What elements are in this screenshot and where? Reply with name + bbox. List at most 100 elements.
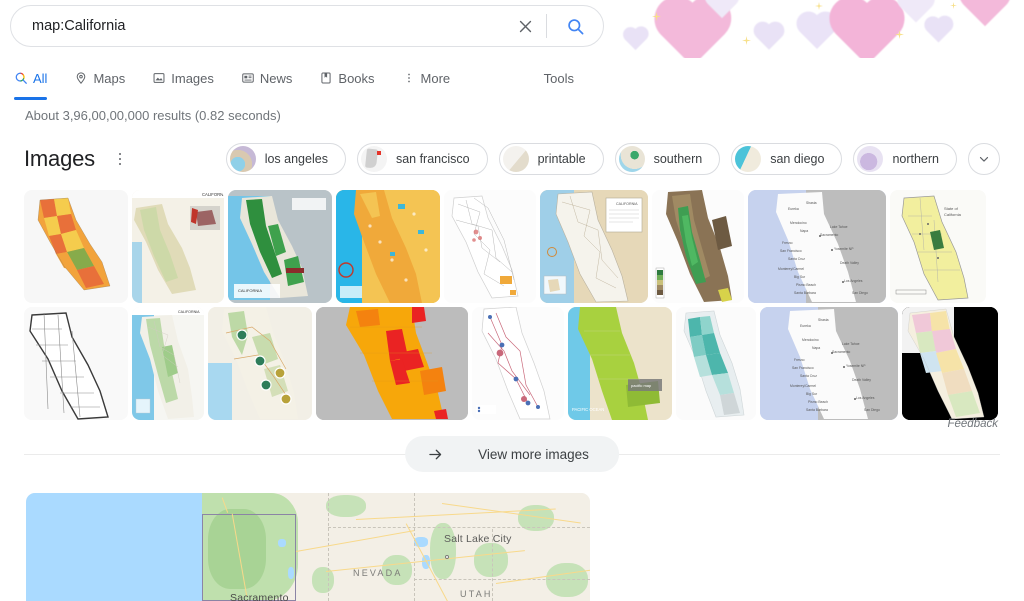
map-label-utah: UTAH bbox=[460, 589, 493, 599]
chip-label: los angeles bbox=[265, 152, 328, 166]
image-result[interactable]: Eureka Shasta Mendocino Napa Fresno San … bbox=[760, 307, 898, 420]
california-pastel-counties-on-black bbox=[902, 307, 998, 420]
chip-label: printable bbox=[538, 152, 586, 166]
search-bar[interactable] bbox=[10, 5, 604, 47]
image-grid-row: CALIFORNIA bbox=[24, 307, 1000, 420]
chip-san-diego[interactable]: san diego bbox=[731, 143, 842, 175]
chips-expand-button[interactable] bbox=[968, 143, 1000, 175]
map-state-border bbox=[414, 579, 590, 580]
svg-text:Fresno: Fresno bbox=[794, 358, 805, 362]
chip-northern[interactable]: northern bbox=[853, 143, 957, 175]
svg-text:PACIFIC OCEAN: PACIFIC OCEAN bbox=[572, 407, 604, 412]
search-icon bbox=[14, 71, 28, 85]
svg-text:Shasta: Shasta bbox=[818, 318, 829, 322]
image-result[interactable]: CALIFORNIA bbox=[540, 190, 648, 303]
heart-icon bbox=[964, 0, 1006, 26]
chip-label: northern bbox=[892, 152, 939, 166]
chip-southern[interactable]: southern bbox=[615, 143, 721, 175]
heart-icon bbox=[836, 3, 898, 58]
chip-los-angeles[interactable]: los angeles bbox=[226, 143, 346, 175]
clear-search-button[interactable] bbox=[510, 11, 540, 41]
svg-text:Monterey/Carmel: Monterey/Carmel bbox=[778, 267, 804, 271]
heart-icon bbox=[900, 0, 931, 23]
image-result[interactable]: pacific map PACIFIC OCEAN bbox=[568, 307, 672, 420]
map-highlight-bounds bbox=[202, 514, 296, 601]
california-satellite-terrain-map bbox=[652, 190, 744, 303]
search-nav-tabs: All Maps Images News bbox=[14, 62, 1014, 94]
image-result[interactable] bbox=[444, 190, 536, 303]
chip-printable[interactable]: printable bbox=[499, 143, 604, 175]
news-icon bbox=[241, 71, 255, 85]
map-state-border bbox=[328, 493, 329, 601]
california-counties-colored-map bbox=[24, 190, 128, 303]
svg-text:Monterey/Carmel: Monterey/Carmel bbox=[790, 384, 816, 388]
svg-text:Napa: Napa bbox=[812, 346, 820, 350]
related-search-chips: los angeles san francisco printable sout… bbox=[226, 143, 1000, 175]
tab-more[interactable]: More bbox=[402, 62, 460, 94]
image-result[interactable] bbox=[24, 307, 128, 420]
svg-text:Death Valley: Death Valley bbox=[852, 378, 871, 382]
map-label-nevada: NEVADA bbox=[353, 568, 403, 578]
svg-text:Mendocino: Mendocino bbox=[790, 221, 807, 225]
image-result[interactable]: CALIFORNIA bbox=[228, 190, 332, 303]
svg-text:San Diego: San Diego bbox=[864, 408, 880, 412]
image-result[interactable] bbox=[336, 190, 440, 303]
chip-thumbnail bbox=[857, 146, 883, 172]
image-result[interactable] bbox=[208, 307, 312, 420]
california-green-topographic-map: CALIFORNIA bbox=[228, 190, 332, 303]
svg-text:Santa Cruz: Santa Cruz bbox=[800, 374, 817, 378]
tab-maps[interactable]: Maps bbox=[74, 62, 134, 94]
view-more-images-label: View more images bbox=[478, 447, 589, 462]
map-ocean bbox=[26, 493, 208, 601]
california-wildfire-risk-map bbox=[316, 307, 468, 420]
map-preview[interactable]: Salt Lake City NEVADA UTAH Sacramento bbox=[26, 493, 590, 601]
search-input[interactable] bbox=[11, 6, 510, 46]
chevron-down-icon bbox=[977, 152, 991, 166]
search-submit-button[interactable] bbox=[557, 8, 593, 44]
tab-news-label: News bbox=[260, 72, 293, 85]
image-result[interactable] bbox=[652, 190, 744, 303]
svg-text:San Francisco: San Francisco bbox=[780, 249, 802, 253]
map-label-salt-lake-city: Salt Lake City bbox=[444, 533, 512, 545]
map-label-sacramento: Sacramento bbox=[230, 592, 289, 601]
chip-san-francisco[interactable]: san francisco bbox=[357, 143, 488, 175]
image-result[interactable]: CALIFORNIA bbox=[132, 190, 224, 303]
svg-text:Santa Cruz: Santa Cruz bbox=[788, 257, 805, 261]
tab-images[interactable]: Images bbox=[152, 62, 223, 94]
image-result[interactable] bbox=[902, 307, 998, 420]
tab-books[interactable]: Books bbox=[319, 62, 383, 94]
image-result[interactable] bbox=[24, 190, 128, 303]
image-result[interactable] bbox=[472, 307, 564, 420]
image-result[interactable]: State of California bbox=[890, 190, 986, 303]
svg-text:pacific map: pacific map bbox=[631, 383, 652, 388]
image-result[interactable] bbox=[316, 307, 468, 420]
tab-all[interactable]: All bbox=[14, 62, 56, 94]
svg-text:San Francisco: San Francisco bbox=[792, 366, 814, 370]
svg-text:CALIFORNIA: CALIFORNIA bbox=[202, 192, 224, 197]
images-options-menu-icon[interactable] bbox=[109, 148, 131, 170]
sparkle-icon bbox=[895, 30, 904, 39]
arrow-right-icon bbox=[427, 446, 444, 463]
feedback-link[interactable]: Feedback bbox=[947, 418, 998, 430]
image-result[interactable]: Eureka Shasta Mendocino Napa Fresno San … bbox=[748, 190, 886, 303]
state-of-california-yellow-map: State of California bbox=[890, 190, 986, 303]
map-state-border bbox=[414, 493, 415, 601]
images-section-title: Images bbox=[24, 146, 95, 172]
image-icon bbox=[152, 71, 166, 85]
svg-text:Pismo Beach: Pismo Beach bbox=[808, 400, 828, 404]
chip-thumbnail bbox=[619, 146, 645, 172]
svg-text:CALIFORNIA: CALIFORNIA bbox=[178, 310, 200, 314]
map-terrain bbox=[326, 495, 366, 517]
sparkle-icon bbox=[652, 12, 661, 21]
chip-label: san francisco bbox=[396, 152, 470, 166]
sparkle-icon bbox=[742, 36, 751, 45]
tab-news[interactable]: News bbox=[241, 62, 302, 94]
map-state-border bbox=[328, 527, 590, 528]
chip-label: san diego bbox=[770, 152, 824, 166]
image-result[interactable] bbox=[676, 307, 756, 420]
image-result[interactable]: CALIFORNIA bbox=[132, 307, 204, 420]
tools-button[interactable]: Tools bbox=[544, 71, 574, 86]
view-more-images-section: View more images bbox=[24, 436, 1000, 472]
svg-text:Fresno: Fresno bbox=[782, 241, 793, 245]
view-more-images-button[interactable]: View more images bbox=[405, 436, 619, 472]
